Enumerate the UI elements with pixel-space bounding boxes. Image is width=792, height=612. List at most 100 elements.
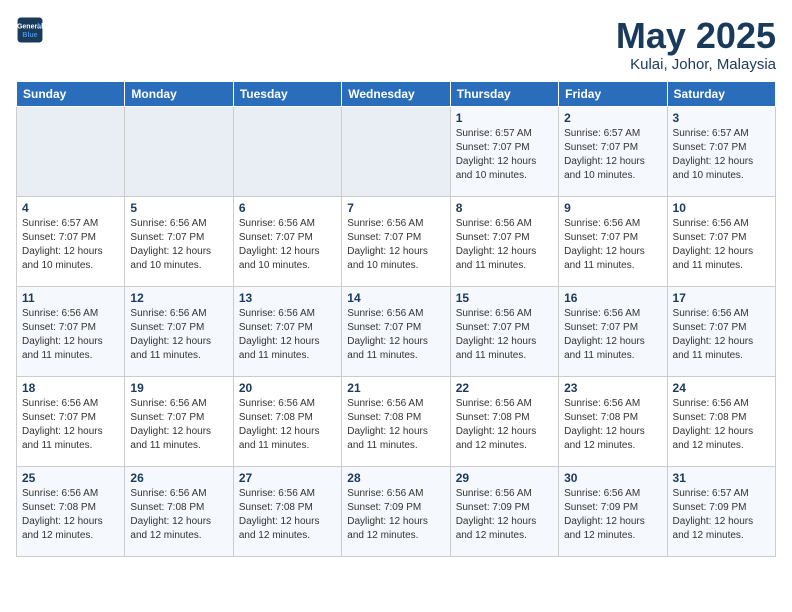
- day-number: 19: [130, 381, 227, 395]
- day-info: Sunrise: 6:56 AM Sunset: 7:07 PM Dayligh…: [673, 217, 770, 273]
- calendar-cell: 21Sunrise: 6:56 AM Sunset: 7:08 PM Dayli…: [342, 376, 450, 466]
- day-number: 5: [130, 201, 227, 215]
- calendar-cell: 8 Sunrise: 6:56 AM Sunset: 7:07 PM Daylig…: [450, 196, 558, 286]
- calendar-cell: 23Sunrise: 6:56 AM Sunset: 7:08 PM Dayli…: [559, 376, 667, 466]
- calendar-cell: [233, 106, 341, 196]
- day-number: 22: [456, 381, 553, 395]
- day-number: 11: [22, 291, 119, 305]
- day-info: Sunrise: 6:56 AM Sunset: 7:07 PM Dayligh…: [456, 217, 553, 273]
- weekday-header-sunday: Sunday: [17, 81, 125, 106]
- day-info: Sunrise: 6:56 AM Sunset: 7:07 PM Dayligh…: [130, 217, 227, 273]
- weekday-header-thursday: Thursday: [450, 81, 558, 106]
- day-number: 1: [456, 111, 553, 125]
- day-number: 26: [130, 471, 227, 485]
- calendar-cell: 24 Sunrise: 6:56 AM Sunset: 7:08 PM Dayli…: [667, 376, 775, 466]
- day-info: Sunrise: 6:56 AM Sunset: 7:07 PM Dayligh…: [22, 307, 119, 363]
- day-info: Sunrise: 6:56 AM Sunset: 7:07 PM Dayligh…: [239, 307, 336, 363]
- day-info: Sunrise: 6:56 AM Sunset: 7:07 PM Dayligh…: [22, 397, 119, 453]
- calendar-cell: 26 Sunrise: 6:56 AM Sunset: 7:08 PM Dayli…: [125, 466, 233, 556]
- calendar-cell: 1Sunrise: 6:57 AM Sunset: 7:07 PM Daylig…: [450, 106, 558, 196]
- day-number: 25: [22, 471, 119, 485]
- day-info: Sunrise: 6:56 AM Sunset: 7:08 PM Dayligh…: [347, 397, 444, 453]
- calendar-cell: 10 Sunrise: 6:56 AM Sunset: 7:07 PM Dayli…: [667, 196, 775, 286]
- day-number: 29: [456, 471, 553, 485]
- day-info: Sunrise: 6:56 AM Sunset: 7:07 PM Dayligh…: [564, 307, 661, 363]
- day-info: Sunrise: 6:56 AM Sunset: 7:08 PM Dayligh…: [22, 487, 119, 543]
- day-info: Sunrise: 6:56 AM Sunset: 7:08 PM Dayligh…: [456, 397, 553, 453]
- weekday-header-saturday: Saturday: [667, 81, 775, 106]
- day-info: Sunrise: 6:56 AM Sunset: 7:09 PM Dayligh…: [456, 487, 553, 543]
- day-info: Sunrise: 6:56 AM Sunset: 7:07 PM Dayligh…: [130, 397, 227, 453]
- day-info: Sunrise: 6:57 AM Sunset: 7:09 PM Dayligh…: [673, 487, 770, 543]
- day-info: Sunrise: 6:56 AM Sunset: 7:08 PM Dayligh…: [239, 397, 336, 453]
- day-number: 15: [456, 291, 553, 305]
- day-number: 30: [564, 471, 661, 485]
- calendar-cell: 20 Sunrise: 6:56 AM Sunset: 7:08 PM Dayli…: [233, 376, 341, 466]
- calendar-cell: 15 Sunrise: 6:56 AM Sunset: 7:07 PM Dayli…: [450, 286, 558, 376]
- weekday-header-friday: Friday: [559, 81, 667, 106]
- calendar-cell: 14 Sunrise: 6:56 AM Sunset: 7:07 PM Dayli…: [342, 286, 450, 376]
- calendar-cell: 9 Sunrise: 6:56 AM Sunset: 7:07 PM Daylig…: [559, 196, 667, 286]
- day-info: Sunrise: 6:56 AM Sunset: 7:07 PM Dayligh…: [239, 217, 336, 273]
- day-number: 4: [22, 201, 119, 215]
- calendar-body: 1 Sunrise: 6:57 AM Sunset: 7:07 PM Daylig…: [17, 106, 776, 556]
- calendar-cell: 31 Sunrise: 6:57 AM Sunset: 7:09 PM Dayli…: [667, 466, 775, 556]
- calendar-cell: 7Sunrise: 6:56 AM Sunset: 7:07 PM Daylig…: [342, 196, 450, 286]
- day-info: Sunrise: 6:56 AM Sunset: 7:08 PM Dayligh…: [673, 397, 770, 453]
- weekday-header-tuesday: Tuesday: [233, 81, 341, 106]
- title-block: May 2025 Kulai, Johor, Malaysia: [616, 16, 776, 73]
- weekday-header-monday: Monday: [125, 81, 233, 106]
- page-header: General Blue May 2025 Kulai, Johor, Mala…: [16, 16, 776, 73]
- day-number: 18: [22, 381, 119, 395]
- day-number: 31: [673, 471, 770, 485]
- day-info: Sunrise: 6:56 AM Sunset: 7:07 PM Dayligh…: [564, 217, 661, 273]
- calendar-cell: 22 Sunrise: 6:56 AM Sunset: 7:08 PM Dayli…: [450, 376, 558, 466]
- calendar-cell: 13 Sunrise: 6:56 AM Sunset: 7:07 PM Dayli…: [233, 286, 341, 376]
- calendar-cell: [125, 106, 233, 196]
- day-info: Sunrise: 6:57 AM Sunset: 7:07 PM Dayligh…: [22, 217, 119, 273]
- day-info: Sunrise: 6:56 AM Sunset: 7:07 PM Dayligh…: [673, 307, 770, 363]
- week-row-3: 11 Sunrise: 6:56 AM Sunset: 7:07 PM Dayli…: [17, 286, 776, 376]
- day-number: 3: [673, 111, 770, 125]
- week-row-4: 18 Sunrise: 6:56 AM Sunset: 7:07 PM Dayli…: [17, 376, 776, 466]
- day-info: Sunrise: 6:56 AM Sunset: 7:09 PM Dayligh…: [564, 487, 661, 543]
- day-number: 17: [673, 291, 770, 305]
- day-number: 8: [456, 201, 553, 215]
- calendar-cell: 18 Sunrise: 6:56 AM Sunset: 7:07 PM Dayli…: [17, 376, 125, 466]
- calendar-cell: 16 Sunrise: 6:56 AM Sunset: 7:07 PM Dayli…: [559, 286, 667, 376]
- day-number: 28: [347, 471, 444, 485]
- calendar-cell: 27Sunrise: 6:56 AM Sunset: 7:08 PM Dayli…: [233, 466, 341, 556]
- calendar-cell: 6 Sunrise: 6:56 AM Sunset: 7:07 PM Daylig…: [233, 196, 341, 286]
- calendar-cell: 28 Sunrise: 6:56 AM Sunset: 7:09 PM Dayli…: [342, 466, 450, 556]
- day-number: 16: [564, 291, 661, 305]
- day-number: 24: [673, 381, 770, 395]
- day-info: Sunrise: 6:57 AM Sunset: 7:07 PM Dayligh…: [673, 127, 770, 183]
- day-number: 6: [239, 201, 336, 215]
- day-number: 27: [239, 471, 336, 485]
- day-number: 13: [239, 291, 336, 305]
- weekday-header-wednesday: Wednesday: [342, 81, 450, 106]
- day-number: 10: [673, 201, 770, 215]
- month-title: May 2025: [616, 16, 776, 56]
- day-number: 20: [239, 381, 336, 395]
- calendar-cell: 17 Sunrise: 6:56 AM Sunset: 7:07 PM Dayli…: [667, 286, 775, 376]
- day-number: 14: [347, 291, 444, 305]
- day-info: Sunrise: 6:56 AM Sunset: 7:08 PM Dayligh…: [564, 397, 661, 453]
- calendar-cell: 25 Sunrise: 6:56 AM Sunset: 7:08 PM Dayli…: [17, 466, 125, 556]
- day-info: Sunrise: 6:56 AM Sunset: 7:07 PM Dayligh…: [130, 307, 227, 363]
- day-info: Sunrise: 6:56 AM Sunset: 7:09 PM Dayligh…: [347, 487, 444, 543]
- day-number: 7: [347, 201, 444, 215]
- day-info: Sunrise: 6:56 AM Sunset: 7:07 PM Dayligh…: [347, 307, 444, 363]
- svg-text:Blue: Blue: [22, 32, 37, 39]
- logo: General Blue: [16, 16, 44, 44]
- calendar-table: SundayMondayTuesdayWednesdayThursdayFrid…: [16, 81, 776, 557]
- day-number: 9: [564, 201, 661, 215]
- calendar-cell: 5 Sunrise: 6:56 AM Sunset: 7:07 PM Daylig…: [125, 196, 233, 286]
- day-info: Sunrise: 6:56 AM Sunset: 7:08 PM Dayligh…: [130, 487, 227, 543]
- calendar-cell: 4 Sunrise: 6:57 AM Sunset: 7:07 PM Daylig…: [17, 196, 125, 286]
- day-info: Sunrise: 6:56 AM Sunset: 7:07 PM Dayligh…: [456, 307, 553, 363]
- location: Kulai, Johor, Malaysia: [616, 56, 776, 73]
- calendar-cell: 2Sunrise: 6:57 AM Sunset: 7:07 PM Daylig…: [559, 106, 667, 196]
- week-row-1: 1 Sunrise: 6:57 AM Sunset: 7:07 PM Daylig…: [17, 106, 776, 196]
- week-row-5: 25 Sunrise: 6:56 AM Sunset: 7:08 PM Dayli…: [17, 466, 776, 556]
